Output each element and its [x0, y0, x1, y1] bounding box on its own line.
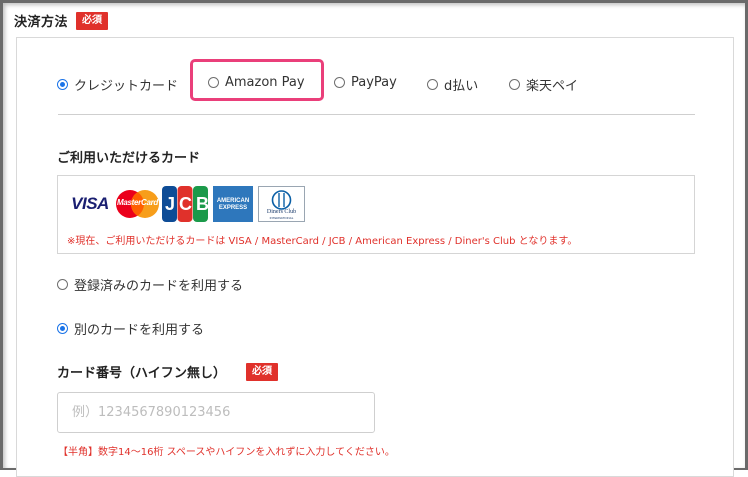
diners-club-line2: INTERNATIONAL	[269, 216, 294, 220]
use-new-card-option[interactable]: 別のカードを利用する	[57, 319, 204, 338]
radio-d-barai[interactable]	[427, 79, 438, 90]
amazon-pay-highlight	[190, 59, 324, 101]
available-cards-heading: ご利用いただけるカード	[57, 151, 201, 166]
card-number-label: カード番号（ハイフン無し）	[57, 366, 227, 381]
amex-logo-line2: EXPRESS	[218, 204, 248, 211]
diners-club-logo: Diners Club INTERNATIONAL	[258, 186, 305, 222]
visa-logo: VISA	[67, 186, 113, 222]
amex-logo: AMERICAN EXPRESS	[213, 186, 253, 222]
payment-option-label: PayPay	[351, 75, 397, 90]
available-cards-note: ※現在、ご利用いただけるカードは VISA / MasterCard / JCB…	[67, 236, 578, 247]
section-title: 決済方法	[14, 15, 69, 30]
jcb-logo-text: JCB	[165, 194, 214, 214]
use-saved-card-label: 登録済みのカードを利用する	[74, 279, 244, 294]
radio-use-saved-card[interactable]	[57, 279, 68, 290]
divider	[58, 114, 695, 115]
payment-option-credit-card[interactable]: クレジットカード	[57, 75, 178, 94]
radio-use-new-card[interactable]	[57, 323, 68, 334]
use-saved-card-option[interactable]: 登録済みのカードを利用する	[57, 275, 243, 294]
mastercard-logo-text: MasterCard	[116, 198, 159, 207]
radio-credit-card[interactable]	[57, 79, 68, 90]
required-badge: 必須	[76, 11, 109, 30]
diners-club-line1: Diners Club	[266, 209, 297, 215]
jcb-logo: JCB	[162, 186, 214, 222]
use-new-card-label: 別のカードを利用する	[74, 323, 205, 338]
mastercard-logo: MasterCard	[115, 186, 160, 222]
card-number-note: 【半角】数字14〜16桁 スペースやハイフンを入れずに入力してください。	[58, 447, 395, 458]
diners-club-mark	[271, 190, 292, 210]
card-number-input[interactable]	[57, 392, 375, 433]
radio-paypay[interactable]	[334, 77, 345, 88]
section-header: 決済方法 必須	[14, 11, 109, 30]
radio-rakuten-pay[interactable]	[509, 79, 520, 90]
payment-option-rakuten-pay[interactable]: 楽天ペイ	[509, 75, 578, 94]
payment-option-d-barai[interactable]: d払い	[427, 75, 478, 94]
payment-option-label: クレジットカード	[74, 79, 179, 94]
payment-option-paypay[interactable]: PayPay	[334, 75, 397, 90]
payment-option-label: 楽天ペイ	[526, 79, 579, 94]
card-number-required-badge: 必須	[246, 362, 279, 381]
visa-logo-text: VISA	[71, 194, 109, 213]
payment-option-label: d払い	[444, 79, 479, 94]
amex-logo-line1: AMERICAN	[216, 197, 250, 204]
card-number-label-row: カード番号（ハイフン無し） 必須	[57, 362, 279, 381]
